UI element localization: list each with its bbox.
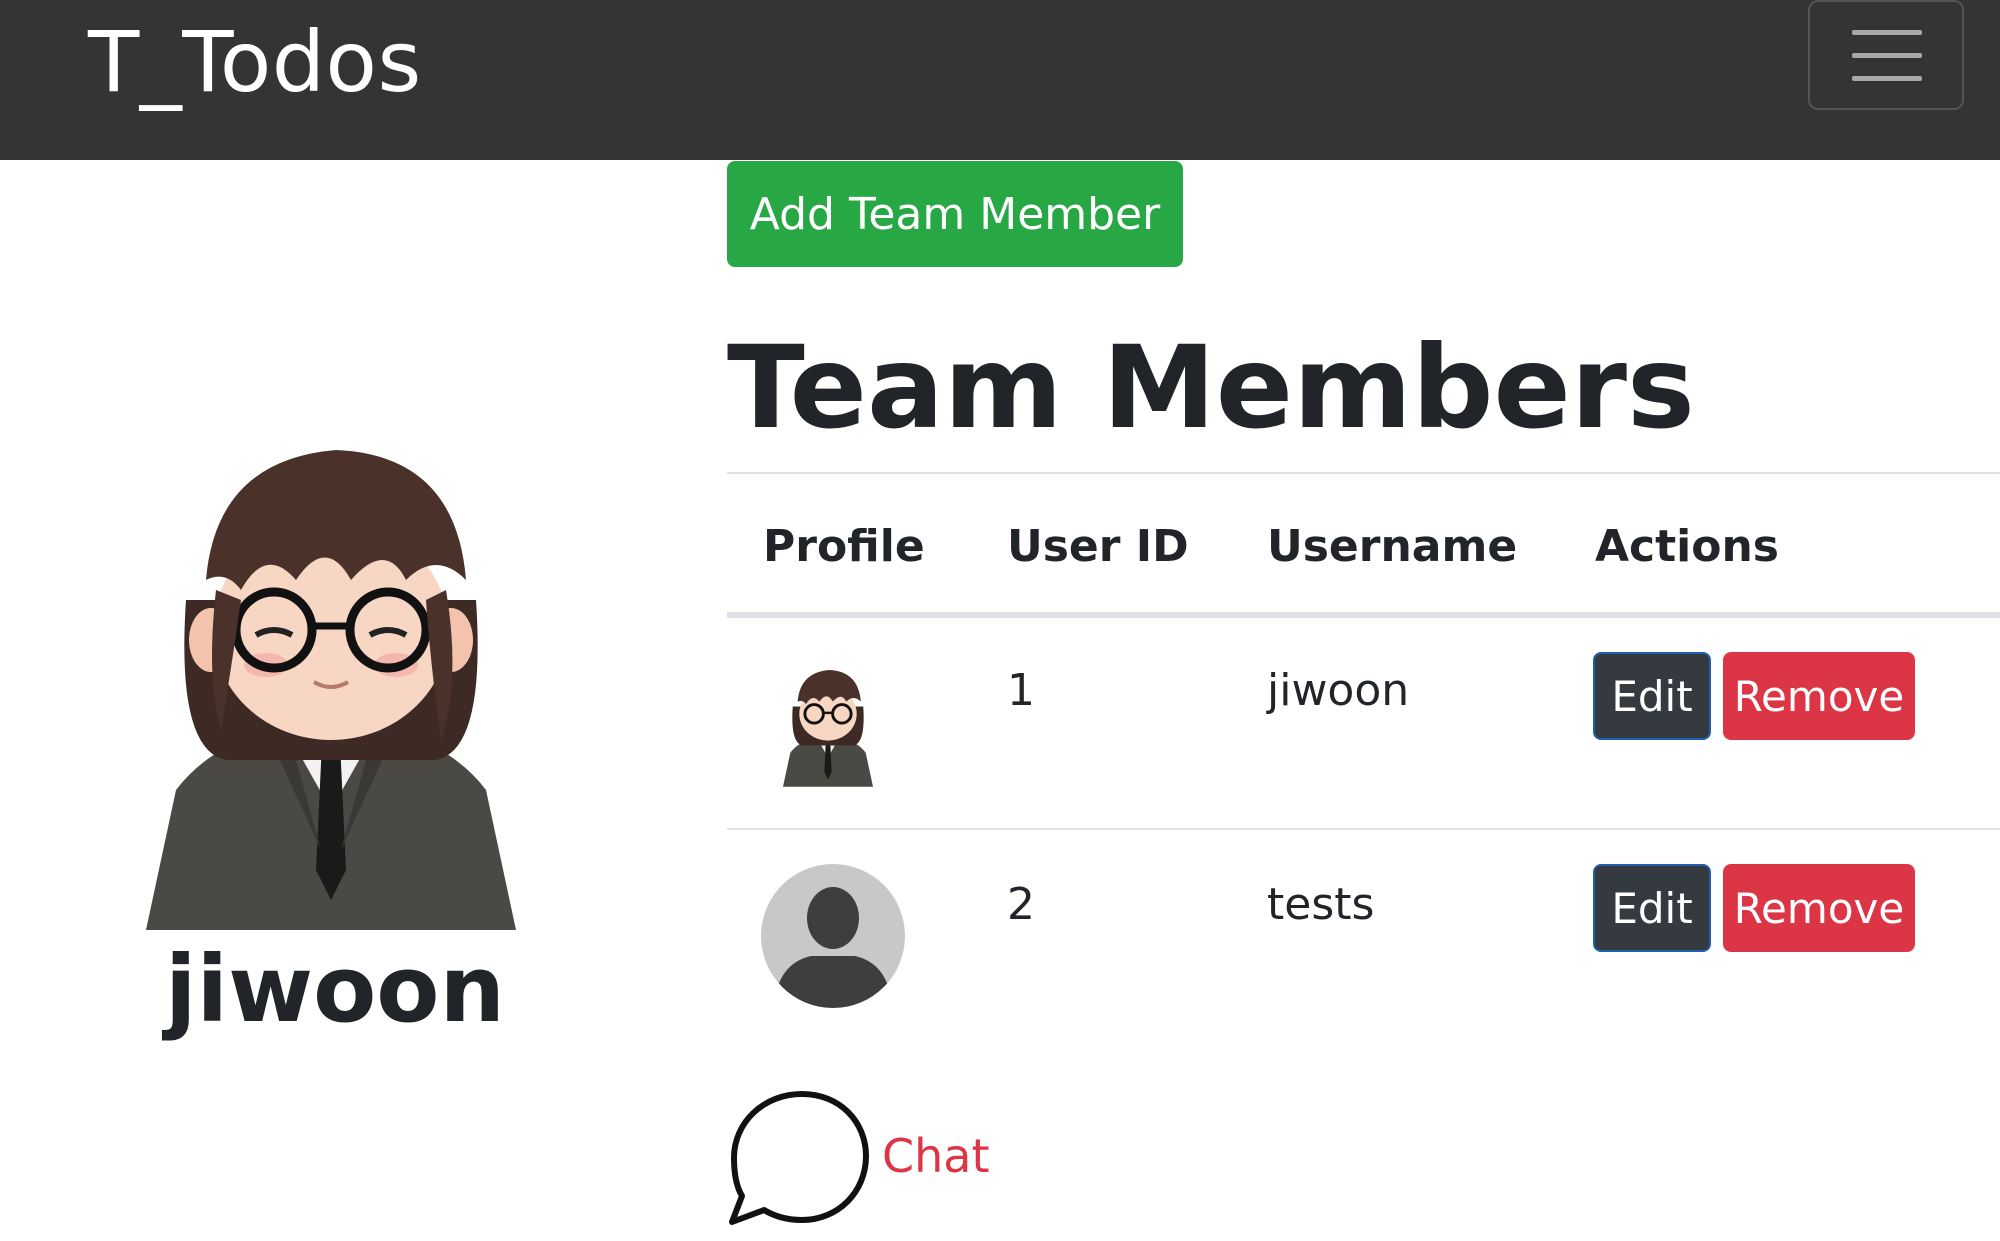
column-header-username: Username xyxy=(1267,521,1518,572)
username-cell: jiwoon xyxy=(1267,665,1410,716)
add-team-member-button[interactable]: Add Team Member xyxy=(727,161,1183,267)
page-title: Team Members xyxy=(727,321,1695,454)
column-header-user-id: User ID xyxy=(1007,521,1189,572)
table-header-divider xyxy=(727,612,2000,618)
table-row-divider xyxy=(727,828,2000,830)
chat-bubble-icon[interactable] xyxy=(726,1088,872,1228)
edit-button[interactable]: Edit xyxy=(1593,652,1711,740)
hamburger-menu-button[interactable] xyxy=(1808,0,1964,110)
column-header-actions: Actions xyxy=(1595,521,1779,572)
profile-username: jiwoon xyxy=(165,936,505,1043)
brand-logo-text[interactable]: T_Todos xyxy=(88,12,422,112)
column-header-profile: Profile xyxy=(763,521,925,572)
edit-button[interactable]: Edit xyxy=(1593,864,1711,952)
hamburger-menu-icon-bar xyxy=(1852,53,1922,58)
hamburger-menu-icon-bar xyxy=(1852,76,1922,81)
cartoon-avatar-icon xyxy=(146,450,516,930)
hamburger-menu-icon xyxy=(1852,30,1922,35)
profile-panel: jiwoon xyxy=(0,160,670,1060)
navbar: T_Todos xyxy=(0,0,2000,160)
username-cell: tests xyxy=(1267,879,1375,930)
user-id-cell: 1 xyxy=(1007,665,1035,716)
table-divider xyxy=(727,472,2000,474)
cartoon-avatar-icon xyxy=(783,670,873,787)
remove-button[interactable]: Remove xyxy=(1723,864,1915,952)
default-user-icon xyxy=(761,864,905,1008)
chat-link[interactable]: Chat xyxy=(882,1126,990,1186)
remove-button[interactable]: Remove xyxy=(1723,652,1915,740)
user-id-cell: 2 xyxy=(1007,879,1035,930)
